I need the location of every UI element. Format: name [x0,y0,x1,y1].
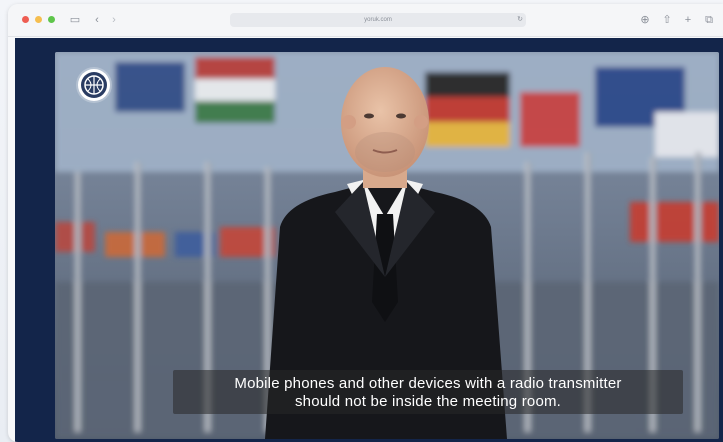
browser-toolbar: ▭ ‹ › yoruk.com ↻ ⊕ ⇧ + ⧉ [8,4,723,37]
sidebar-icon[interactable]: ▭ [68,12,82,28]
back-icon[interactable]: ‹ [91,12,103,28]
video-player[interactable]: Mobile phones and other devices with a r… [55,52,719,439]
subtitle-line-1: Mobile phones and other devices with a r… [234,375,622,392]
share-icon[interactable]: ⇧ [660,12,674,28]
video-stage: Mobile phones and other devices with a r… [15,38,723,442]
minimize-window-button[interactable] [35,16,42,23]
address-url: yoruk.com [364,17,392,23]
forward-icon[interactable]: › [108,12,120,28]
new-tab-icon[interactable]: + [681,12,695,28]
tabs-icon[interactable]: ⧉ [702,12,716,28]
subtitle-line-2: should not be inside the meeting room. [294,393,562,410]
browser-window: ▭ ‹ › yoruk.com ↻ ⊕ ⇧ + ⧉ Mobile phones … [8,4,723,442]
address-bar[interactable]: yoruk.com ↻ [230,13,526,27]
page: ▭ ‹ › yoruk.com ↻ ⊕ ⇧ + ⧉ Mobile phones … [0,0,723,442]
close-window-button[interactable] [22,16,29,23]
zoom-window-button[interactable] [48,16,55,23]
reload-icon[interactable]: ↻ [517,13,523,27]
download-icon[interactable]: ⊕ [638,12,652,28]
globe-emblem-icon [78,69,110,101]
